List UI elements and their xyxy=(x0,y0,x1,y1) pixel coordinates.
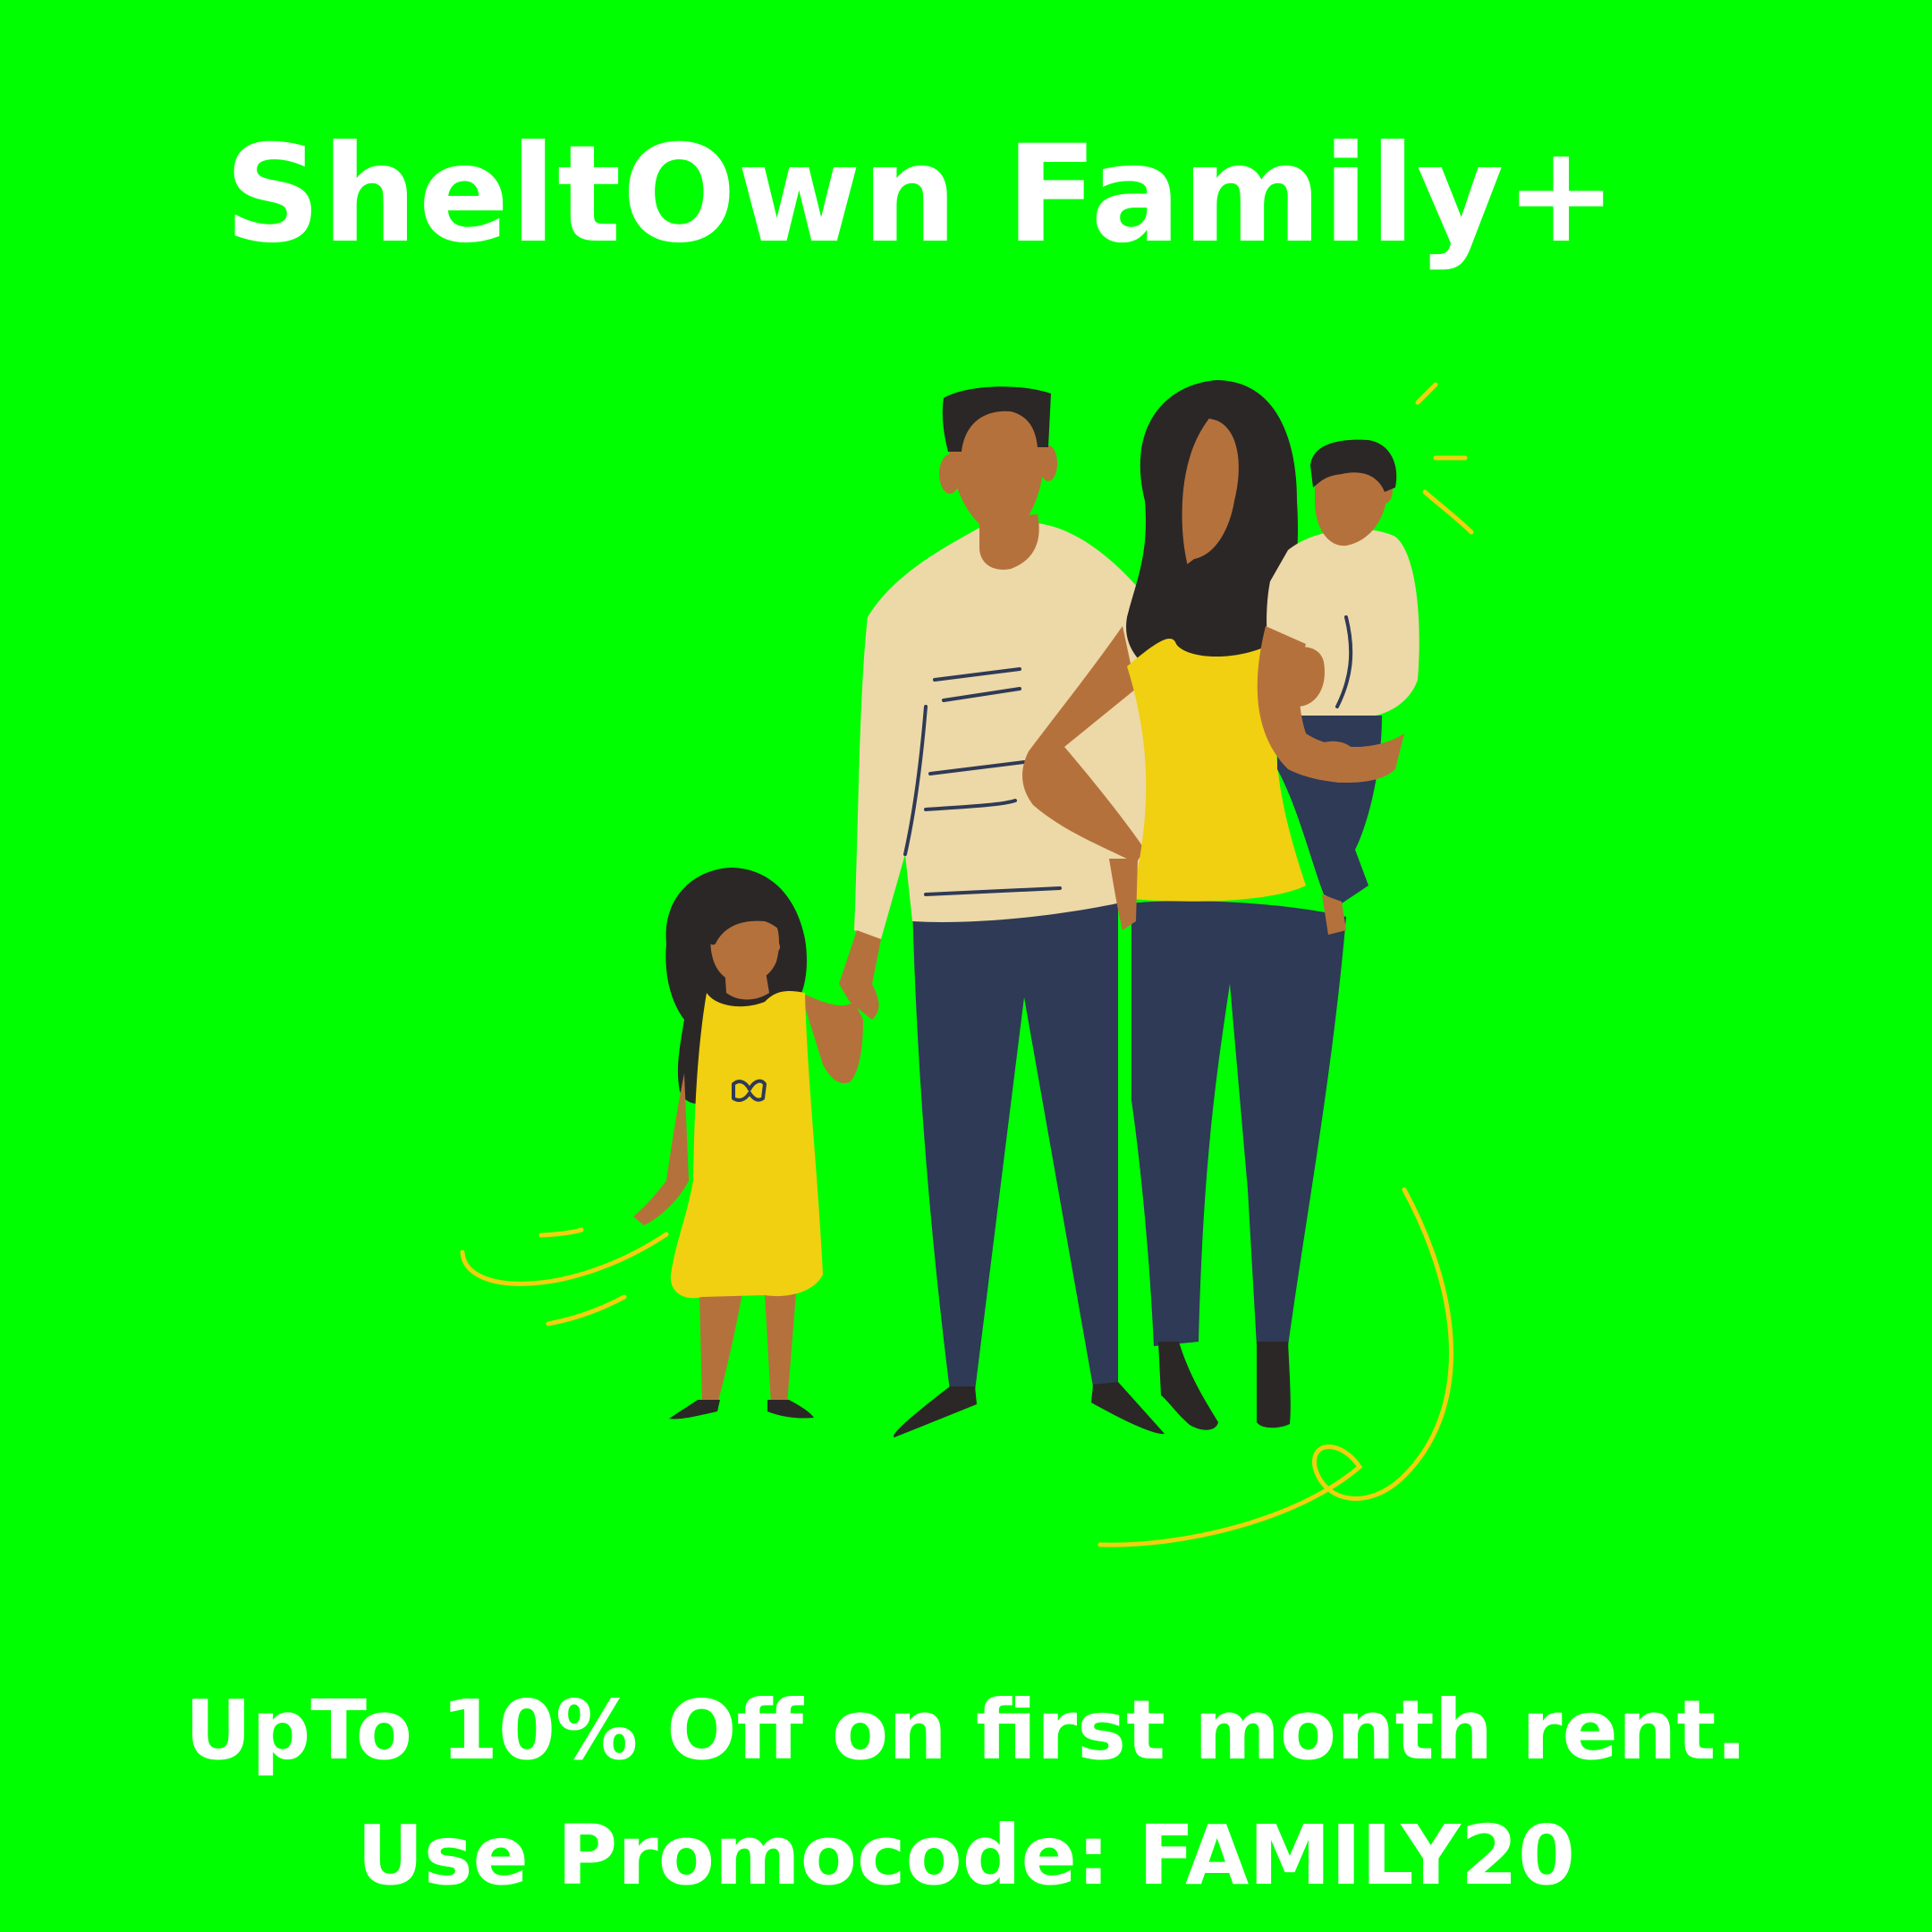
child-girl-figure xyxy=(633,868,863,1419)
banner-title: SheltOwn Family+ xyxy=(224,117,1619,273)
promocode-text: Use Promocode: FAMILY20 xyxy=(357,1808,1575,1903)
promo-banner: SheltOwn Family+ UpTo 10% Off on first m… xyxy=(0,0,1932,1932)
family-illustration xyxy=(460,380,1474,1547)
offer-text: UpTo 10% Off on first month rent. xyxy=(184,1682,1748,1778)
father-figure xyxy=(839,386,1165,1437)
